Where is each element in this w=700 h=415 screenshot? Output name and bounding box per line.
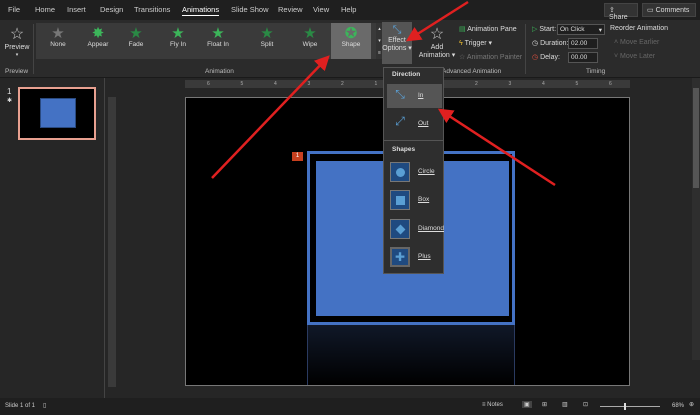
arrow-to-effect-options (405, 0, 469, 42)
annotation-arrows (211, 0, 556, 187)
arrow-to-in (437, 108, 556, 187)
arrow-to-shape (211, 55, 330, 179)
